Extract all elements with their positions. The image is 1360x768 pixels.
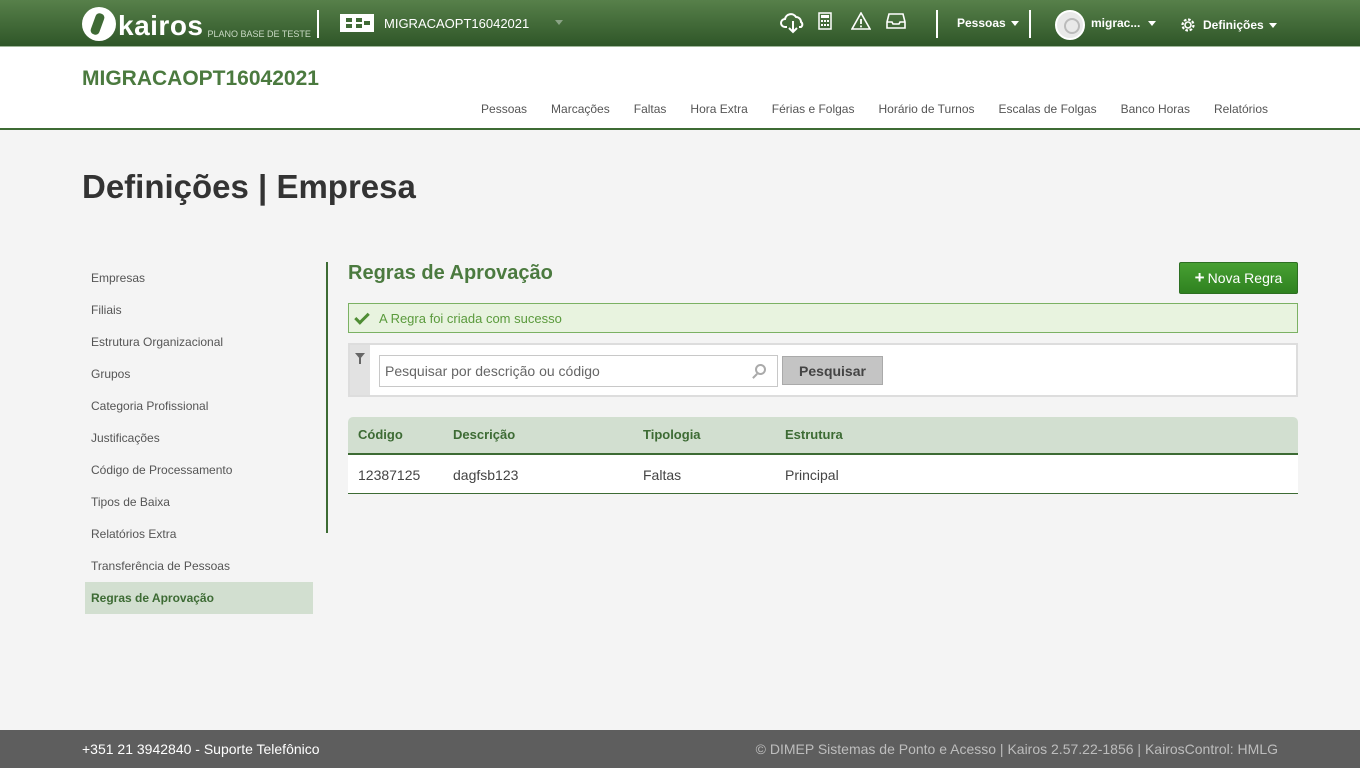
main-navigation: Pessoas Marcações Faltas Hora Extra Féri… (457, 102, 1268, 116)
new-rule-button[interactable]: + Nova Regra (1179, 262, 1298, 294)
column-header-codigo[interactable]: Código (358, 417, 403, 453)
plus-icon: + (1194, 268, 1205, 287)
success-alert: A Regra foi criada com sucesso (348, 303, 1298, 333)
column-header-estrutura[interactable]: Estrutura (785, 417, 843, 453)
cell-descricao: dagfsb123 (453, 467, 519, 483)
cloud-download-icon[interactable] (780, 12, 806, 36)
nav-item-pessoas[interactable]: Pessoas (481, 102, 527, 116)
sidebar-item-transferencia-de-pessoas[interactable]: Transferência de Pessoas (85, 550, 313, 582)
nav-item-horario-de-turnos[interactable]: Horário de Turnos (878, 102, 974, 116)
column-header-tipologia[interactable]: Tipologia (643, 417, 701, 453)
search-input[interactable] (379, 355, 778, 387)
user-menu[interactable]: migrac... (1091, 16, 1157, 30)
calculator-icon[interactable] (812, 12, 838, 36)
support-phone: +351 21 3942840 - Suporte Telefônico (82, 741, 320, 757)
sidebar-item-justificacoes[interactable]: Justificações (85, 422, 313, 454)
chevron-down-icon (1268, 22, 1277, 28)
sidebar-item-regras-de-aprovacao[interactable]: Regras de Aprovação (85, 582, 313, 614)
nav-item-ferias-e-folgas[interactable]: Férias e Folgas (772, 102, 855, 116)
settings-menu[interactable]: Definições (1179, 16, 1277, 34)
people-menu-label: Pessoas (957, 16, 1006, 30)
sidebar-item-relatorios-extra[interactable]: Relatórios Extra (85, 518, 313, 550)
success-alert-message: A Regra foi criada com sucesso (379, 310, 562, 326)
user-name: migrac... (1091, 16, 1141, 30)
nav-item-faltas[interactable]: Faltas (634, 102, 667, 116)
people-menu[interactable]: Pessoas (957, 16, 1019, 30)
search-button[interactable]: Pesquisar (782, 356, 883, 385)
table-header: Código Descrição Tipologia Estrutura (348, 417, 1298, 455)
cell-estrutura: Principal (785, 467, 839, 483)
settings-sidebar: Empresas Filiais Estrutura Organizaciona… (85, 262, 313, 614)
filter-toggle[interactable] (350, 345, 370, 395)
chevron-down-icon (1148, 20, 1157, 26)
filter-icon (355, 353, 365, 364)
brand-subtitle: PLANO BASE DE TESTE (207, 29, 311, 39)
company-title: MIGRACAOPT16042021 (82, 67, 319, 90)
search-icon[interactable] (755, 364, 766, 375)
inbox-icon[interactable] (883, 12, 909, 36)
company-dropdown-chevron-icon[interactable] (555, 20, 563, 25)
settings-menu-label: Definições (1203, 18, 1264, 32)
sidebar-divider (326, 262, 328, 533)
search-panel: Pesquisar (348, 343, 1298, 397)
nav-item-banco-horas[interactable]: Banco Horas (1121, 102, 1190, 116)
check-icon (354, 308, 370, 325)
top-navigation-bar: kairos PLANO BASE DE TESTE MIGRACAOPT160… (0, 0, 1360, 47)
brand-name: kairos (118, 10, 204, 41)
nav-item-marcacoes[interactable]: Marcações (551, 102, 610, 116)
kairos-logo-icon (82, 7, 116, 41)
divider (317, 10, 319, 38)
divider (936, 10, 938, 38)
sidebar-item-empresas[interactable]: Empresas (85, 262, 313, 294)
sidebar-item-categoria-profissional[interactable]: Categoria Profissional (85, 390, 313, 422)
cell-tipologia: Faltas (643, 467, 682, 483)
sidebar-item-codigo-de-processamento[interactable]: Código de Processamento (85, 454, 313, 486)
approval-rules-table: Código Descrição Tipologia Estrutura 123… (348, 417, 1298, 494)
divider (1029, 10, 1031, 38)
cell-codigo: 12387125 (358, 467, 421, 483)
new-rule-button-label: Nova Regra (1207, 270, 1283, 286)
sidebar-item-filiais[interactable]: Filiais (85, 294, 313, 326)
page-title: Definições | Empresa (82, 168, 416, 205)
company-selector[interactable]: MIGRACAOPT16042021 (340, 14, 529, 32)
table-row[interactable]: 12387125 dagfsb123 Faltas Principal (348, 455, 1298, 494)
company-header: MIGRACAOPT16042021 Pessoas Marcações Fal… (0, 47, 1360, 130)
kairos-logo[interactable]: kairos PLANO BASE DE TESTE (82, 5, 311, 41)
chevron-down-icon (1010, 20, 1019, 26)
sidebar-item-tipos-de-baixa[interactable]: Tipos de Baixa (85, 486, 313, 518)
gear-icon (1179, 16, 1197, 34)
company-selector-label: MIGRACAOPT16042021 (384, 15, 530, 31)
nav-item-relatorios[interactable]: Relatórios (1214, 102, 1268, 116)
building-icon (340, 14, 374, 32)
nav-item-hora-extra[interactable]: Hora Extra (690, 102, 747, 116)
footer: +351 21 3942840 - Suporte Telefônico © D… (0, 730, 1360, 768)
sidebar-item-estrutura-organizacional[interactable]: Estrutura Organizacional (85, 326, 313, 358)
nav-item-escalas-de-folgas[interactable]: Escalas de Folgas (999, 102, 1097, 116)
column-header-descricao[interactable]: Descrição (453, 417, 515, 453)
avatar[interactable] (1055, 10, 1085, 40)
copyright-text: © DIMEP Sistemas de Ponto e Acesso | Kai… (755, 741, 1278, 757)
sidebar-item-grupos[interactable]: Grupos (85, 358, 313, 390)
section-title: Regras de Aprovação (348, 262, 553, 284)
warning-icon[interactable] (848, 11, 874, 36)
